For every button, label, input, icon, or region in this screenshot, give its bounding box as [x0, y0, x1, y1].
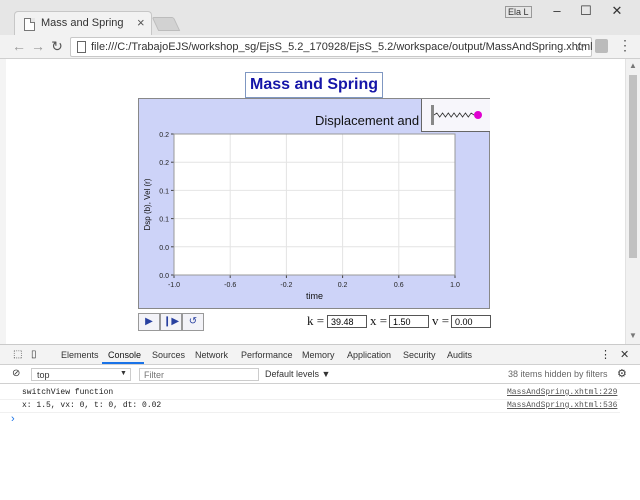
step-icon: ❙▶: [162, 316, 180, 327]
device-icon[interactable]: ▯: [31, 349, 37, 360]
tab-application[interactable]: Application: [347, 350, 391, 360]
context-select[interactable]: top ▼: [31, 368, 131, 381]
x-tick-label: 1.0: [450, 282, 460, 289]
navigation-bar: ← → ↻ file:///C:/TrabajoEJS/workshop_sg/…: [0, 35, 640, 59]
tab-elements[interactable]: Elements: [61, 350, 99, 360]
inspect-icon[interactable]: ⬚: [13, 349, 22, 360]
tab-close-icon[interactable]: ×: [137, 15, 145, 30]
devtools-tab-bar: ⬚ ▯ Elements Console Sources Network Per…: [0, 345, 640, 365]
back-icon[interactable]: ←: [10, 37, 28, 55]
x-axis-label: time: [306, 291, 323, 301]
window-close-icon[interactable]: ✕: [606, 3, 628, 19]
k-label: k =: [307, 313, 325, 328]
x-tick-label: 0.6: [394, 282, 404, 289]
forward-icon[interactable]: →: [29, 37, 47, 55]
reset-button[interactable]: ↺: [182, 313, 204, 331]
x-tick-label: -0.2: [280, 282, 292, 289]
address-bar[interactable]: file:///C:/TrabajoEJS/workshop_sg/EjsS_5…: [70, 37, 593, 57]
scroll-down-icon[interactable]: ▼: [629, 331, 637, 340]
maximize-icon[interactable]: ☐: [575, 3, 597, 19]
tab-memory[interactable]: Memory: [302, 350, 335, 360]
hidden-items-count: 38 items hidden by filters: [508, 369, 608, 379]
tab-console[interactable]: Console: [108, 350, 141, 360]
console-filter-input[interactable]: [139, 368, 259, 381]
document-icon: [77, 41, 86, 53]
console-message-text: x: 1.5, vx: 0, t: 0, dt: 0.02: [22, 401, 162, 410]
clear-console-icon[interactable]: ⊘: [12, 368, 20, 379]
scroll-up-icon[interactable]: ▲: [629, 61, 637, 70]
play-icon: ▶: [145, 316, 153, 327]
console-message-text: switchView function: [22, 388, 114, 397]
spring-svg: [431, 105, 482, 125]
devtools-menu-icon[interactable]: ⋮: [600, 348, 611, 361]
context-value: top: [37, 370, 50, 380]
spring-inset[interactable]: [421, 99, 490, 132]
play-button[interactable]: ▶: [138, 313, 160, 331]
x-tick-label: -1.0: [168, 282, 180, 289]
minimize-icon[interactable]: –: [546, 3, 568, 19]
console-message: x: 1.5, vx: 0, t: 0, dt: 0.02 MassAndSpr…: [0, 400, 620, 413]
x-tick-label: 0.2: [338, 282, 348, 289]
x-label: x =: [370, 313, 388, 328]
y-tick-label: 0.2: [159, 160, 169, 167]
chevron-down-icon: ▼: [120, 370, 127, 377]
scrollbar-thumb[interactable]: [629, 75, 637, 258]
url-text: file:///C:/TrabajoEJS/workshop_sg/EjsS_5…: [91, 41, 593, 53]
reload-icon[interactable]: ↻: [48, 37, 66, 55]
v-label: v =: [432, 313, 450, 328]
y-tick-label: 0.0: [159, 273, 169, 280]
page-left-edge: [0, 59, 6, 344]
plot-panel: -1.0 -0.6 -0.2 0.2 0.6 1.0 0.0 0.0 0.1 0.1 0.2 0.2 t…: [138, 98, 490, 309]
console-filter-bar: ⊘ top ▼ Default levels ▼ 38 items hidden…: [0, 365, 640, 384]
new-tab-button[interactable]: [151, 17, 181, 31]
plot-title: Displacement and: [315, 113, 420, 128]
console-message-source[interactable]: MassAndSpring.xhtml:229: [507, 388, 617, 397]
extension-icon[interactable]: [595, 39, 608, 53]
devtools-panel: ⬚ ▯ Elements Console Sources Network Per…: [0, 344, 640, 500]
page-icon: [24, 18, 35, 31]
devtools-close-icon[interactable]: ✕: [620, 348, 629, 361]
bookmark-star-icon[interactable]: ☆: [574, 39, 586, 55]
tab-sources[interactable]: Sources: [152, 350, 185, 360]
browser-tab[interactable]: Mass and Spring ×: [14, 11, 152, 35]
tab-title: Mass and Spring: [41, 17, 124, 29]
console-message-source[interactable]: MassAndSpring.xhtml:536: [507, 401, 617, 410]
x-tick-label: -0.6: [224, 282, 236, 289]
log-levels-select[interactable]: Default levels ▼: [265, 369, 330, 379]
y-tick-label: 0.0: [159, 245, 169, 252]
tab-security[interactable]: Security: [403, 350, 436, 360]
y-axis-label: Dsp (b), Vel (r): [143, 178, 152, 230]
console-settings-gear-icon[interactable]: ⚙: [617, 367, 627, 380]
spring-coil: [433, 112, 475, 118]
profile-badge[interactable]: Ela L: [505, 6, 532, 18]
y-tick-label: 0.2: [159, 132, 169, 139]
tab-performance[interactable]: Performance: [241, 350, 293, 360]
tab-network[interactable]: Network: [195, 350, 228, 360]
y-tick-label: 0.1: [159, 217, 169, 224]
mass-ball[interactable]: [474, 111, 482, 119]
x-input[interactable]: [389, 315, 429, 328]
console-message: switchView function MassAndSpring.xhtml:…: [0, 387, 620, 400]
step-button[interactable]: ❙▶: [160, 313, 182, 331]
y-tick-label: 0.1: [159, 188, 169, 195]
tab-audits[interactable]: Audits: [447, 350, 472, 360]
spring-wall: [431, 105, 434, 125]
menu-icon[interactable]: ⋮: [618, 37, 632, 54]
plot-area: [173, 133, 456, 276]
simulation-title: Mass and Spring: [245, 72, 383, 98]
reset-icon: ↺: [188, 316, 198, 327]
active-tab-indicator: [102, 362, 144, 364]
page-scrollbar[interactable]: ▲ ▼: [625, 59, 640, 344]
v-input[interactable]: [451, 315, 491, 328]
title-bar: Mass and Spring × Ela L – ☐ ✕: [0, 0, 640, 35]
console-prompt-icon[interactable]: ›: [11, 413, 15, 425]
k-input[interactable]: [327, 315, 367, 328]
